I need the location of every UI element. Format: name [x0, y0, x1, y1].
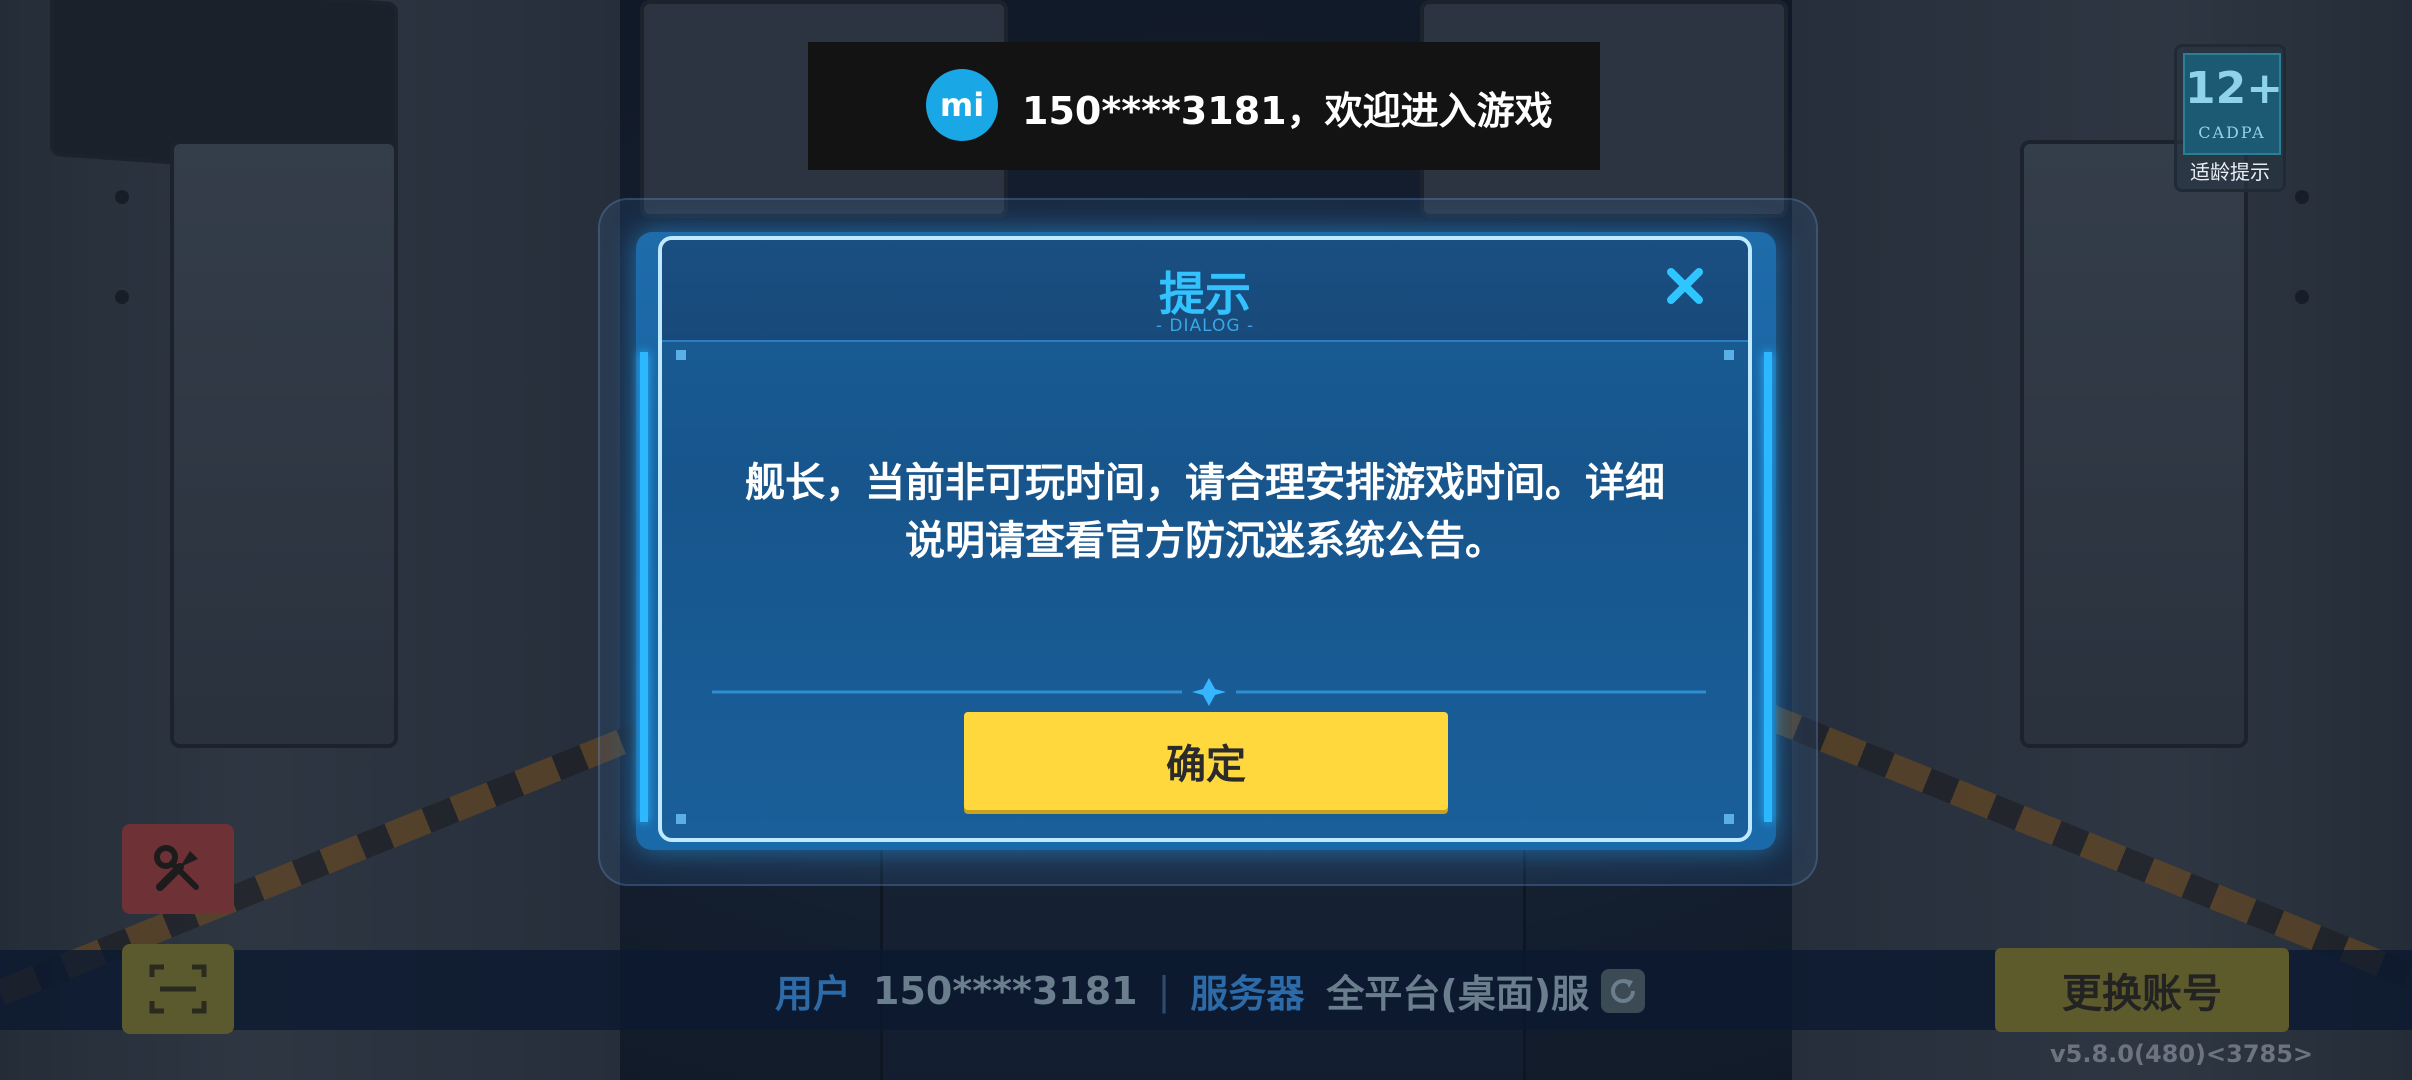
- server-label: 服务器: [1190, 972, 1305, 1016]
- age-rating-label: 适龄提示: [2190, 160, 2270, 184]
- logo-text: mi: [940, 86, 984, 124]
- dialog-header: 提示 - DIALOG -: [662, 240, 1748, 342]
- version-text: v5.8.0(480)<3785>: [2050, 1040, 2314, 1068]
- dialog-message-line-1: 舰长，当前非可玩时间，请合理安排游戏时间。详细: [745, 460, 1665, 506]
- age-rating-badge[interactable]: 12+ CADPA 适龄提示: [2174, 44, 2286, 192]
- dialog-message-line-2: 说明请查看官方防沉迷系统公告。: [905, 518, 1505, 564]
- close-icon: [1667, 268, 1703, 304]
- dialog-divider: [712, 678, 1706, 706]
- info-separator: |: [1157, 968, 1171, 1013]
- scan-icon: [149, 964, 207, 1014]
- user-value: 150****3181: [873, 968, 1138, 1013]
- dialog-message: 舰长，当前非可玩时间，请合理安排游戏时间。详细 说明请查看官方防沉迷系统公告。: [702, 454, 1708, 570]
- confirm-button[interactable]: 确定: [964, 712, 1448, 810]
- age-rating-icon: 12+ CADPA: [2183, 53, 2284, 155]
- switch-account-button[interactable]: 更换账号: [1995, 948, 2289, 1032]
- star-ornament-icon: [1192, 678, 1226, 706]
- notice-dialog: 提示 - DIALOG - 舰长，当前非可玩时间，请合理安排游戏时间。详细 说明…: [658, 236, 1752, 842]
- user-label: 用户: [775, 972, 852, 1016]
- scan-qr-button[interactable]: [122, 944, 234, 1034]
- refresh-icon: [1611, 978, 1636, 1003]
- dialog-subtitle: - DIALOG -: [1155, 316, 1255, 336]
- switch-server-button[interactable]: [1601, 968, 1646, 1013]
- dialog-corner-mark: [1724, 350, 1734, 360]
- dialog-corner-mark: [676, 350, 686, 360]
- welcome-message: 150****3181，欢迎进入游戏: [1022, 89, 1553, 133]
- dialog-corner-mark: [676, 814, 686, 824]
- dialog-corner-mark: [1724, 814, 1734, 824]
- close-button[interactable]: [1622, 240, 1748, 332]
- mihoyo-logo-icon: mi: [926, 69, 998, 141]
- dialog-side-bar-left: [640, 352, 648, 822]
- age-rating-org: CADPA: [2198, 123, 2266, 142]
- dialog-title: 提示: [1159, 267, 1251, 321]
- dialog-side-bar-right: [1764, 352, 1772, 822]
- account-info: 用户 150****3181 | 服务器 全平台(桌面)服: [775, 963, 1646, 1018]
- tools-icon: [154, 845, 199, 891]
- server-value[interactable]: 全平台(桌面)服: [1326, 963, 1589, 1018]
- age-rating-number: 12+: [2185, 63, 2284, 114]
- repair-tools-button[interactable]: [122, 824, 234, 914]
- welcome-banner: mi 150****3181，欢迎进入游戏: [808, 42, 1600, 170]
